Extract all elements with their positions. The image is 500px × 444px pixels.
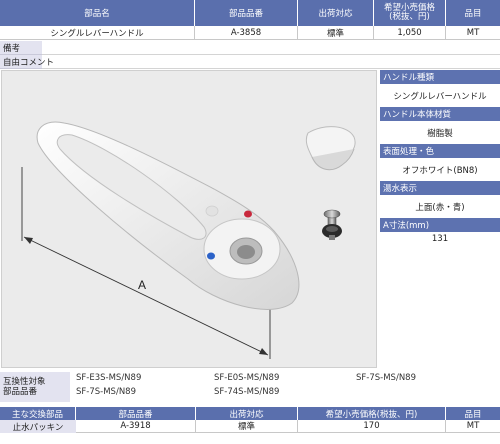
spec-value-4: 131 bbox=[380, 232, 500, 246]
bottom-table: 主な交換部品 部品品番 出荷対応 希望小売価格(税抜、円) 品目 止水パッキン … bbox=[0, 407, 500, 433]
bottom-header-shipping: 出荷対応 bbox=[196, 407, 298, 420]
header-shipping: 出荷対応 bbox=[298, 0, 374, 26]
compat-label-line2: 部品品番 bbox=[3, 387, 38, 397]
bottom-header-main-part-label: 主な交換部品 bbox=[11, 409, 63, 420]
bottom-header-origin-label: 品目 bbox=[464, 409, 482, 420]
compat-item-2: SF-7S-MS/N89 bbox=[356, 373, 416, 383]
spec-title-1: ハンドル本体材質 bbox=[380, 107, 500, 121]
spec-title-hot-cold: 湯水表示 bbox=[383, 184, 418, 194]
bottom-row-price: 170 bbox=[298, 420, 446, 433]
spec-value-finish: オフホワイト(BN8) bbox=[402, 165, 478, 176]
row-origin: MT bbox=[446, 26, 500, 40]
header-price-line2: (税抜、円) bbox=[389, 12, 430, 22]
row-part-name: シングルレバーハンドル bbox=[0, 26, 195, 40]
bottom-row-main-part: 止水パッキン bbox=[0, 420, 76, 433]
compat-label-cell: 互換性対象 部品品番 bbox=[0, 372, 70, 402]
bottom-part-number-value: A-3918 bbox=[120, 421, 151, 431]
lever-handle bbox=[36, 121, 300, 310]
note-value-cell bbox=[42, 41, 500, 55]
row-part-number: A-3858 bbox=[195, 26, 298, 40]
bottom-header-main-part: 主な交換部品 bbox=[0, 407, 76, 420]
header-part-number: 部品品番 bbox=[195, 0, 298, 26]
spec-value-a-dimension: 131 bbox=[431, 234, 449, 244]
row-shipping: 標準 bbox=[298, 26, 374, 40]
comment-label-cell: 自由コメント bbox=[0, 55, 54, 69]
spec-title-4: A寸法(mm) bbox=[380, 218, 500, 232]
spec-title-handle-type: ハンドル種類 bbox=[383, 73, 435, 83]
bottom-header-price: 希望小売価格(税抜、円) bbox=[298, 407, 446, 420]
row-price: 1,050 bbox=[374, 26, 446, 40]
bottom-shipping-value: 標準 bbox=[237, 422, 255, 432]
cap-part bbox=[305, 126, 356, 171]
spec-title-material: ハンドル本体材質 bbox=[383, 110, 452, 120]
dimension-a-label: A bbox=[138, 278, 146, 292]
part-name-value: シングルレバーハンドル bbox=[50, 28, 144, 39]
bottom-header-shipping-label: 出荷対応 bbox=[229, 409, 264, 420]
compat-item-4: SF-74S-MS/N89 bbox=[214, 387, 280, 397]
spec-value-2: オフホワイト(BN8) bbox=[380, 158, 500, 181]
spec-value-1: 樹脂製 bbox=[380, 121, 500, 144]
header-shipping-label: 出荷対応 bbox=[318, 9, 353, 19]
spec-panel: ハンドル種類 シングルレバーハンドル ハンドル本体材質 樹脂製 表面処理・色 オ… bbox=[380, 70, 500, 246]
top-table: 部品名 部品品番 出荷対応 希望小売価格 (税抜、円) 品目 シングルレバーハン… bbox=[0, 0, 500, 40]
product-image-panel: A bbox=[1, 70, 377, 368]
note-label-cell: 備考 bbox=[0, 41, 42, 55]
product-illustration: A bbox=[21, 121, 356, 359]
bottom-header-part-number-label: 部品品番 bbox=[118, 409, 153, 420]
spec-title-0: ハンドル種類 bbox=[380, 70, 500, 84]
bottom-price-value: 170 bbox=[363, 421, 380, 431]
bottom-row-shipping: 標準 bbox=[196, 420, 298, 433]
header-origin: 品目 bbox=[446, 0, 500, 26]
spec-value-handle-type: シングルレバーハンドル bbox=[393, 91, 487, 102]
shipping-value: 標準 bbox=[326, 28, 344, 39]
header-part-name: 部品名 bbox=[0, 0, 195, 26]
spec-value-material: 樹脂製 bbox=[427, 128, 453, 139]
bottom-row-origin: MT bbox=[446, 420, 500, 433]
origin-value: MT bbox=[466, 27, 480, 38]
hot-indicator bbox=[244, 210, 252, 218]
spec-title-a-dimension: A寸法(mm) bbox=[383, 221, 430, 231]
comment-value-cell bbox=[42, 55, 500, 69]
compat-item-0: SF-E3S-MS/N89 bbox=[76, 373, 142, 383]
spec-title-3: 湯水表示 bbox=[380, 181, 500, 195]
spec-title-2: 表面処理・色 bbox=[380, 144, 500, 158]
bottom-row-part-number: A-3918 bbox=[76, 420, 196, 433]
header-price: 希望小売価格 (税抜、円) bbox=[374, 0, 446, 26]
header-part-number-label: 部品品番 bbox=[228, 9, 263, 19]
price-value: 1,050 bbox=[397, 27, 422, 38]
compat-item-3: SF-7S-MS/N89 bbox=[76, 387, 136, 397]
cold-indicator bbox=[207, 252, 215, 260]
compat-label-line1: 互換性対象 bbox=[3, 377, 46, 387]
note-label: 備考 bbox=[3, 43, 21, 54]
bottom-header-part-number: 部品品番 bbox=[76, 407, 196, 420]
header-part-name-label: 部品名 bbox=[84, 9, 110, 19]
spec-title-finish: 表面処理・色 bbox=[383, 147, 435, 157]
screw-part bbox=[322, 209, 342, 240]
compat-item-1: SF-E0S-MS/N89 bbox=[214, 373, 280, 383]
bottom-header-price-label: 希望小売価格(税抜、円) bbox=[325, 409, 418, 420]
spec-value-hot-cold: 上面(赤・青) bbox=[415, 202, 465, 213]
spec-value-3: 上面(赤・青) bbox=[380, 195, 500, 218]
bottom-main-part-value: 止水パッキン bbox=[12, 422, 64, 433]
bottom-header-origin: 品目 bbox=[446, 407, 500, 420]
part-number-value: A-3858 bbox=[230, 27, 262, 38]
header-origin-label: 品目 bbox=[464, 9, 482, 19]
spec-value-0: シングルレバーハンドル bbox=[380, 84, 500, 107]
bottom-origin-value: MT bbox=[466, 421, 480, 431]
